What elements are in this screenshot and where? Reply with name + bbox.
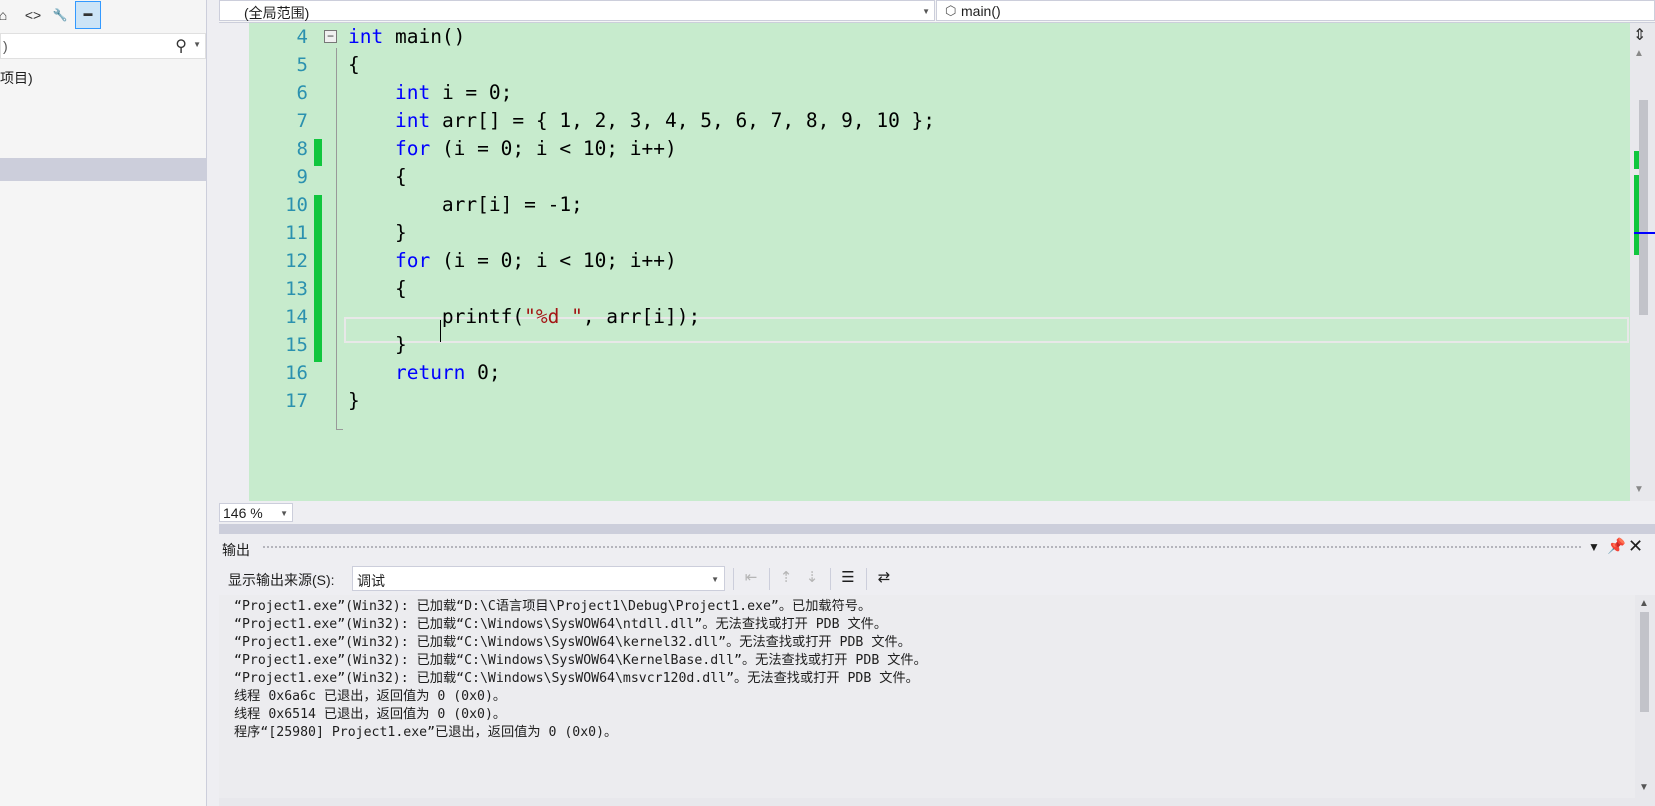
- toolbar-separator: [866, 568, 867, 590]
- scroll-caret-marker: [1634, 232, 1655, 234]
- output-horizontal-scrollbar[interactable]: [219, 798, 1655, 806]
- output-line: 线程 0x6514 已退出，返回值为 0 (0x0)。: [234, 707, 507, 722]
- member-dropdown[interactable]: ⬡ main(): [936, 0, 1655, 21]
- scroll-thumb[interactable]: [1639, 100, 1648, 315]
- output-line: “Project1.exe”(Win32): 已加载“C:\Windows\Sy…: [234, 653, 927, 668]
- line-number: 15: [285, 334, 308, 356]
- line-number: 6: [296, 82, 308, 104]
- toolbar-separator: [830, 568, 831, 590]
- line-number: 9: [296, 166, 308, 188]
- code-line: for (i = 0; i < 10; i++): [394, 249, 677, 272]
- tree-item-project[interactable]: 项目): [0, 68, 33, 88]
- code-line: int i = 0;: [394, 81, 513, 104]
- pin-icon[interactable]: 📌: [1607, 537, 1626, 555]
- close-icon[interactable]: ✕: [1628, 536, 1643, 557]
- line-number: 11: [285, 222, 308, 244]
- navigation-bar: (全局范围) ▼ ⬡ main(): [219, 0, 1655, 23]
- code-line: return 0;: [394, 361, 501, 384]
- line-number: 8: [296, 138, 308, 160]
- code-line: {: [348, 165, 407, 188]
- next-message-icon[interactable]: ⇣: [800, 566, 824, 590]
- outline-end: [336, 429, 343, 430]
- line-number: 17: [285, 390, 308, 412]
- clear-all-icon[interactable]: ☰: [836, 566, 860, 590]
- change-marker: [314, 139, 322, 166]
- code-line: arr[i] = -1;: [348, 193, 583, 216]
- output-source-label: 显示输出来源(S):: [228, 572, 335, 588]
- output-line: “Project1.exe”(Win32): 已加载“C:\Windows\Sy…: [234, 671, 919, 686]
- scroll-down-icon[interactable]: ▼: [1639, 782, 1649, 793]
- output-line: “Project1.exe”(Win32): 已加载“C:\Windows\Sy…: [234, 617, 888, 632]
- chevron-down-icon: ▼: [711, 575, 719, 584]
- tree-item-selected[interactable]: [0, 158, 206, 181]
- line-number: 16: [285, 362, 308, 384]
- scroll-up-icon[interactable]: ▲: [1634, 48, 1644, 59]
- line-number: 10: [285, 194, 308, 216]
- output-title: 输出: [222, 542, 250, 558]
- line-number: 7: [296, 110, 308, 132]
- line-number: 14: [285, 306, 308, 328]
- output-line: “Project1.exe”(Win32): 已加载“C:\Windows\Sy…: [234, 635, 911, 650]
- previous-message-icon[interactable]: ⇡: [774, 566, 798, 590]
- code-line: int arr[] = { 1, 2, 3, 4, 5, 6, 7, 8, 9,…: [394, 109, 936, 132]
- code-line: {: [348, 277, 407, 300]
- search-icon[interactable]: ⚲: [175, 36, 187, 56]
- output-source-dropdown[interactable]: 调试 ▼: [352, 566, 725, 591]
- function-cube-icon: ⬡: [945, 3, 957, 18]
- toolbar-separator: [733, 568, 734, 590]
- scroll-thumb[interactable]: [1640, 612, 1649, 712]
- member-label: main(): [961, 3, 1001, 19]
- solution-explorer-toolbar: ⌂ <> 🔧 ▬: [0, 0, 206, 30]
- text-caret: [440, 320, 441, 342]
- solution-explorer: [0, 0, 207, 806]
- line-number: 4: [296, 26, 308, 48]
- solution-search-input[interactable]: ) ⚲ ▼: [0, 33, 206, 59]
- scope-label: (全局范围): [244, 5, 310, 21]
- scroll-change-marker: [1634, 175, 1639, 255]
- code-line: }: [348, 389, 360, 412]
- code-view-icon[interactable]: <>: [22, 4, 44, 26]
- output-line: 线程 0x6a6c 已退出，返回值为 0 (0x0)。: [234, 689, 507, 704]
- code-line: for (i = 0; i < 10; i++): [394, 137, 677, 160]
- code-line: int main(): [348, 25, 466, 48]
- indicator-margin[interactable]: [219, 23, 249, 501]
- code-line: }: [348, 221, 407, 244]
- code-line: printf("%d ", arr[i]);: [348, 305, 701, 328]
- output-line: 程序“[25980] Project1.exe”已退出，返回值为 0 (0x0)…: [234, 725, 618, 740]
- line-number: 13: [285, 278, 308, 300]
- window-position-icon[interactable]: ▼: [1588, 540, 1600, 554]
- toggle-word-wrap-icon[interactable]: ⇄: [872, 566, 896, 590]
- zoom-value: 146 %: [223, 505, 263, 521]
- outline-line: [336, 48, 337, 430]
- collapse-toggle-icon[interactable]: −: [324, 30, 337, 43]
- home-icon[interactable]: ⌂: [0, 4, 14, 26]
- line-number: 5: [296, 54, 308, 76]
- collapse-all-icon[interactable]: ▬: [75, 1, 101, 29]
- split-window-icon[interactable]: ⇕: [1633, 25, 1646, 45]
- chevron-down-icon: ▼: [922, 7, 930, 16]
- scroll-up-icon[interactable]: ▲: [1639, 598, 1649, 609]
- search-value: ): [3, 38, 8, 54]
- code-line: }: [348, 333, 407, 356]
- output-line: “Project1.exe”(Win32): 已加载“D:\C语言项目\Proj…: [234, 599, 872, 614]
- pane-splitter[interactable]: [219, 524, 1655, 534]
- editor-horizontal-bar: [219, 502, 1655, 524]
- zoom-dropdown[interactable]: 146 % ▼: [219, 503, 293, 522]
- goto-location-icon[interactable]: ⇤: [739, 566, 763, 590]
- wrench-icon[interactable]: 🔧: [49, 4, 71, 26]
- scroll-change-marker: [1634, 151, 1639, 169]
- scope-dropdown[interactable]: (全局范围) ▼: [219, 0, 935, 21]
- drag-grip[interactable]: [262, 545, 1582, 550]
- toolbar-separator: [769, 568, 770, 590]
- code-line: {: [348, 53, 360, 76]
- chevron-down-icon[interactable]: ▼: [193, 40, 201, 49]
- change-marker: [314, 195, 322, 362]
- chevron-down-icon: ▼: [280, 509, 288, 518]
- output-source-value: 调试: [357, 573, 385, 589]
- scroll-down-icon[interactable]: ▼: [1634, 484, 1644, 495]
- line-number: 12: [285, 250, 308, 272]
